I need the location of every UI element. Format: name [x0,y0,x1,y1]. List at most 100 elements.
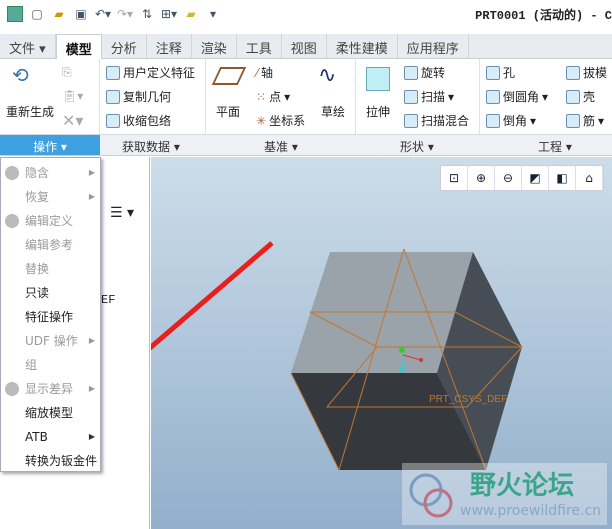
draft-icon [566,65,580,80]
plane-button[interactable]: 平面 [216,103,240,120]
menu-item-label: UDF 操作 [25,334,78,348]
tab-annotate[interactable]: 注释 [147,34,192,58]
csys-button[interactable]: ✳ 坐标系 [256,112,305,129]
sketch-icon: ∿ [318,63,337,88]
udf-button[interactable]: 用户定义特征 [106,64,195,81]
tree-settings-icon[interactable]: ☰ ▾ [110,205,134,221]
copy-icon[interactable]: ⎘ [62,65,72,80]
datum-group-button[interactable]: 基准 ▾ [264,138,298,155]
shapes-group-button[interactable]: 形状 ▾ [400,138,434,155]
label: 复制几何 [123,90,172,104]
watermark: 野火论坛 www.proewildfire.cn [402,463,607,525]
label: 用户定义特征 [123,66,196,80]
ribbon-tabs: 文件 ▾ 模型 分析 注释 渲染 工具 视图 柔性建模 应用程序 [0,34,612,60]
tab-flexible-modeling[interactable]: 柔性建模 [327,34,398,58]
new-icon[interactable]: ▢ [29,6,45,22]
menu-item-label: 组 [25,358,38,372]
label: 操作 [33,140,58,154]
label: 拔模 [583,66,608,80]
tab-file[interactable]: 文件 ▾ [0,34,56,58]
label: 形状 [400,140,425,154]
hole-button[interactable]: 孔 [486,64,515,81]
get-data-group-button[interactable]: 获取数据 ▾ [122,138,180,155]
close-window-icon[interactable]: ▰ [183,6,199,22]
menu-item[interactable]: ATB ▶ [1,425,101,449]
revolve-button[interactable]: 旋转 [404,64,445,81]
engineering-group-button[interactable]: 工程 ▾ [538,138,572,155]
label: 坐标系 [269,114,306,128]
regenerate-button[interactable]: 重新生成 [6,103,54,120]
point-icon: ⁙ [256,89,267,104]
menu-item[interactable]: 只读 [1,281,101,305]
sweep-button[interactable]: 扫描 ▾ [404,88,454,105]
udf-icon [106,65,120,80]
draft-button[interactable]: 拔模 [566,64,607,81]
watermark-logo-icon [409,473,453,518]
menu-item[interactable]: 编辑参考 [1,233,101,257]
sketch-button[interactable]: 草绘 [321,103,345,120]
menu-item[interactable]: 替换 [1,257,101,281]
label: 扫描混合 [421,114,470,128]
tab-tools[interactable]: 工具 [237,34,282,58]
label: 倒圆角 [503,90,540,104]
tab-model[interactable]: 模型 [55,34,102,60]
label: 壳 [583,90,596,104]
extrude-button[interactable]: 拉伸 [366,103,390,120]
open-icon[interactable]: ▰ [51,6,67,22]
save-icon[interactable]: ▣ [73,6,89,22]
label: 筋 [583,114,596,128]
red-arrow [151,241,274,351]
group-labels: 操作 ▾ 获取数据 ▾ 基准 ▾ 形状 ▾ 工程 ▾ [0,134,612,156]
menu-item[interactable]: 编辑定义 [1,209,101,233]
suppress-icon [5,166,19,180]
shrinkwrap-button[interactable]: 收缩包络 [106,112,171,129]
rib-icon [566,113,580,128]
menu-item[interactable]: 隐含 ▶ [1,161,101,185]
undo-icon[interactable]: ↶▾ [95,6,111,22]
swept-blend-button[interactable]: 扫描混合 [404,112,469,129]
label: 扫描 [421,90,446,104]
windows-icon[interactable]: ⊞▾ [161,6,177,22]
menu-item[interactable]: 转换为钣金件 [1,449,101,473]
tab-analysis[interactable]: 分析 [102,34,147,58]
label: 获取数据 [122,140,171,154]
label: 收缩包络 [123,114,172,128]
round-button[interactable]: 倒圆角 ▾ [486,88,548,105]
show-diff-icon [5,382,19,396]
app-icon [7,6,23,22]
paste-icon[interactable]: 📋︎▾ [62,89,83,103]
operations-group: ⟲ 重新生成 ⎘ 📋︎▾ ✕▾ [0,59,100,134]
menu-item[interactable]: 组 [1,353,101,377]
menu-item[interactable]: 缩放模型 [1,401,101,425]
delete-icon[interactable]: ✕▾ [62,111,83,130]
operations-group-button[interactable]: 操作 ▾ [0,135,100,155]
tab-applications[interactable]: 应用程序 [398,34,469,58]
point-button[interactable]: ⁙ 点 ▾ [256,88,290,105]
customize-icon[interactable]: ▾ [205,6,221,22]
chamfer-button[interactable]: 倒角 ▾ [486,112,536,129]
submenu-arrow-icon: ▶ [88,432,95,441]
menu-item[interactable]: 特征操作 [1,305,101,329]
rib-button[interactable]: 筋 ▾ [566,112,604,129]
menu-item[interactable]: 恢复 ▶ [1,185,101,209]
tab-label: 文件 [9,42,36,57]
menu-item-label: 只读 [25,286,50,300]
tree-item-text[interactable]: EF [101,293,115,307]
quick-access-toolbar: ▢ ▰ ▣ ↶▾ ↷▾ ⇅ ⊞▾ ▰ ▾ PRT0001 (活动的) - C [0,0,612,28]
menu-item[interactable]: 显示差异 ▶ [1,377,101,401]
submenu-arrow-icon: ▶ [88,192,95,201]
submenu-arrow-icon: ▶ [88,384,95,393]
menu-item-label: ATB [25,430,48,444]
regenerate-icon[interactable]: ⇅ [139,6,155,22]
label: 倒角 [503,114,528,128]
label: 点 [269,90,282,104]
csys-label: PRT_CSYS_DEF [429,394,507,405]
shell-button[interactable]: 壳 [566,88,595,105]
copy-geometry-button[interactable]: 复制几何 [106,88,171,105]
tab-view[interactable]: 视图 [282,34,327,58]
menu-item-label: 特征操作 [25,310,74,324]
tab-render[interactable]: 渲染 [192,34,237,58]
axis-button[interactable]: ⁄ 轴 [256,64,273,81]
menu-item[interactable]: UDF 操作 ▶ [1,329,101,353]
redo-icon[interactable]: ↷▾ [117,6,133,22]
